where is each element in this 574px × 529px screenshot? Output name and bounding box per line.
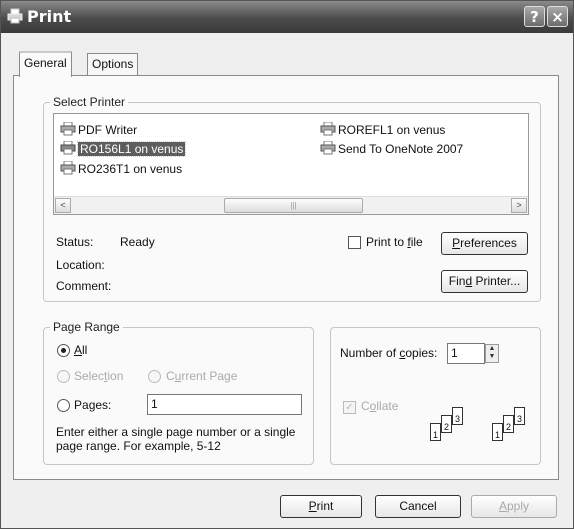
copies-spinner[interactable]: ▲ ▼	[485, 344, 499, 363]
status-label: Status:	[56, 235, 94, 249]
collate-page: 1	[430, 423, 441, 441]
collate-page: 3	[452, 407, 463, 425]
printer-item-ro236t1[interactable]: RO236T1 on venus	[60, 161, 182, 177]
print-button[interactable]: Print	[280, 495, 362, 518]
pages-label: Pages:	[74, 398, 112, 412]
page-range-label: Page Range	[50, 320, 123, 334]
printer-icon	[60, 122, 76, 136]
printer-name: RO236T1 on venus	[78, 162, 183, 176]
collate-page: 2	[503, 415, 514, 433]
printer-name: ROREFL1 on venus	[338, 123, 446, 137]
printer-icon	[60, 161, 76, 175]
printer-name: PDF Writer	[78, 123, 138, 137]
printer-list[interactable]: PDF Writer RO156L1 on venus RO236T1 on v…	[53, 113, 529, 215]
printer-icon	[60, 141, 76, 155]
tab-general[interactable]: General	[19, 51, 72, 77]
printer-item-send-to-onenote[interactable]: Send To OneNote 2007	[320, 141, 463, 157]
apply-button[interactable]: Apply	[471, 495, 557, 518]
number-of-copies-label: Number of copies:	[340, 346, 438, 360]
pages-input[interactable]: 1	[147, 394, 302, 415]
selection-radio[interactable]	[57, 370, 70, 383]
tab-options[interactable]: Options	[87, 53, 139, 75]
printer-item-rorefl1[interactable]: ROREFL1 on venus	[320, 122, 445, 138]
select-printer-label: Select Printer	[50, 95, 129, 109]
printer-item-ro156l1[interactable]: RO156L1 on venus	[60, 141, 187, 157]
scroll-thumb[interactable]: |||	[224, 198, 363, 213]
collate-page: 1	[492, 423, 503, 441]
printer-icon	[320, 141, 336, 155]
page-range-help-line2: page range. For example, 5-12	[56, 439, 221, 453]
location-label: Location:	[56, 258, 105, 272]
collate-page: 2	[441, 415, 452, 433]
printer-icon	[320, 122, 336, 136]
print-dialog: Print ? × General Options Select Printer…	[0, 0, 574, 529]
collate-label: Collate	[361, 399, 399, 413]
find-printer-button[interactable]: Find Printer...	[441, 270, 528, 293]
collate-checkbox[interactable]: ✓	[343, 401, 356, 414]
scroll-left-button[interactable]: <	[55, 198, 71, 213]
current-page-label: Current Page	[166, 369, 238, 383]
current-page-radio[interactable]	[148, 370, 161, 383]
cancel-button[interactable]: Cancel	[375, 495, 461, 518]
comment-label: Comment:	[56, 279, 112, 293]
title-bar[interactable]: Print ? ×	[1, 1, 573, 33]
printer-icon	[7, 8, 23, 24]
close-button[interactable]: ×	[547, 6, 568, 27]
window-title: Print	[27, 7, 72, 26]
collate-page: 3	[514, 407, 525, 425]
page-range-help-line1: Enter either a single page number or a s…	[56, 425, 296, 439]
scroll-right-button[interactable]: >	[511, 198, 527, 213]
selection-label: Selection	[74, 369, 124, 383]
print-to-file-checkbox[interactable]	[348, 236, 361, 249]
status-value: Ready	[120, 235, 155, 249]
horizontal-scrollbar[interactable]: < ||| >	[54, 196, 528, 214]
help-button[interactable]: ?	[524, 6, 545, 27]
preferences-button[interactable]: Preferences	[441, 232, 528, 255]
copies-input[interactable]: 1	[447, 343, 485, 364]
all-radio[interactable]	[57, 344, 70, 357]
printer-name: RO156L1 on venus	[76, 141, 187, 157]
print-to-file-label: Print to file	[366, 235, 423, 249]
printer-item-pdf-writer[interactable]: PDF Writer	[60, 122, 137, 138]
printer-name: Send To OneNote 2007	[338, 142, 464, 156]
all-label: All	[74, 343, 88, 357]
pages-radio[interactable]	[57, 399, 70, 412]
